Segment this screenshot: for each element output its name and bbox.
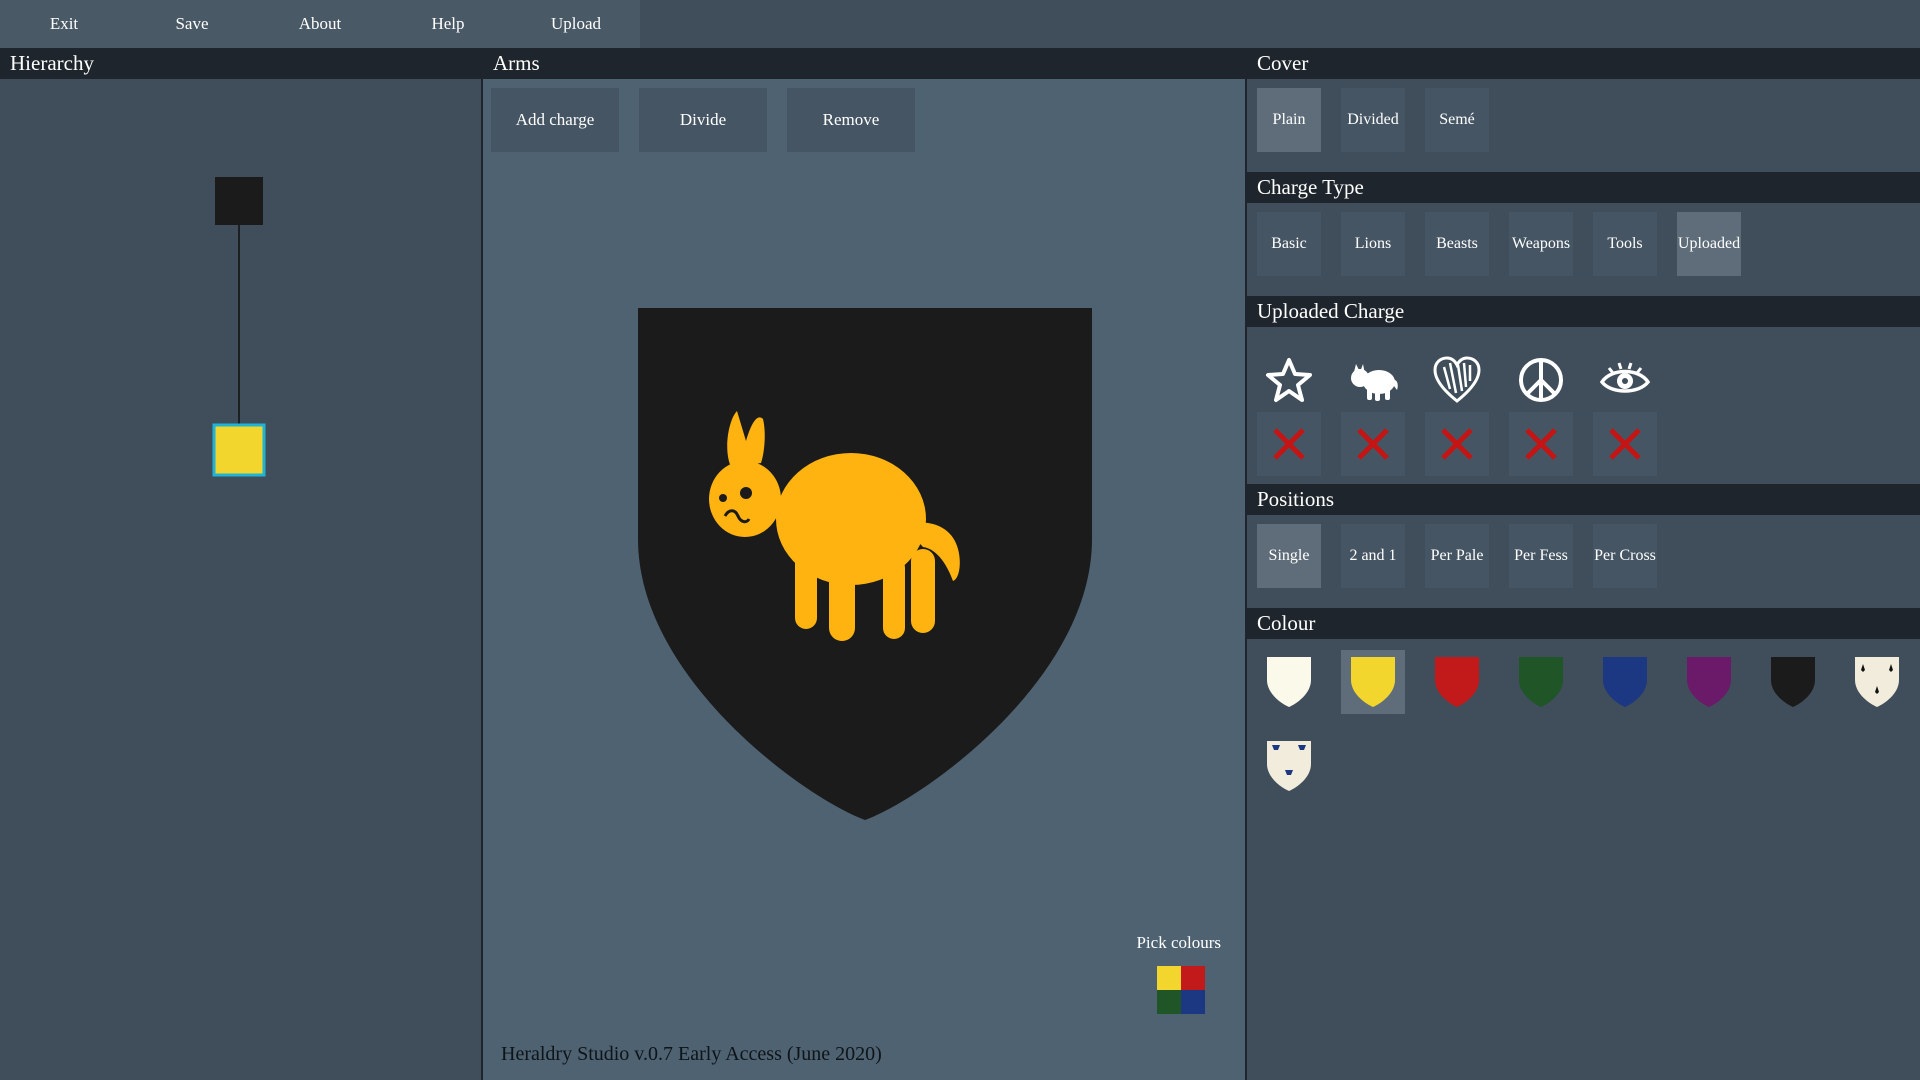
cover-title: Cover bbox=[1247, 48, 1920, 79]
close-icon bbox=[1441, 428, 1473, 460]
peace-icon[interactable] bbox=[1509, 352, 1573, 408]
swatch-azure[interactable] bbox=[1593, 650, 1657, 714]
dog-icon[interactable] bbox=[1341, 352, 1405, 408]
close-icon bbox=[1525, 428, 1557, 460]
cover-plain-button[interactable]: Plain bbox=[1257, 88, 1321, 152]
menu-save[interactable]: Save bbox=[128, 0, 256, 48]
delete-star-button[interactable] bbox=[1257, 412, 1321, 476]
swatch-gules[interactable] bbox=[1425, 650, 1489, 714]
charge-type-tools-button[interactable]: Tools bbox=[1593, 212, 1657, 276]
menu-help[interactable]: Help bbox=[384, 0, 512, 48]
pick-colour-red bbox=[1181, 966, 1205, 990]
charge-type-lions-button[interactable]: Lions bbox=[1341, 212, 1405, 276]
hierarchy-node-charge[interactable] bbox=[212, 423, 266, 477]
position-2-and-1-button[interactable]: 2 and 1 bbox=[1341, 524, 1405, 588]
hierarchy-tree bbox=[212, 177, 266, 477]
swatch-ermine[interactable] bbox=[1845, 650, 1909, 714]
arms-panel: Arms Add charge Divide Remove Pick colou… bbox=[481, 48, 1247, 1080]
uploaded-charge-section: Uploaded Charge bbox=[1247, 296, 1920, 484]
charge-type-title: Charge Type bbox=[1247, 172, 1920, 203]
pick-colour-blue bbox=[1181, 990, 1205, 1014]
uploaded-charge-icons bbox=[1257, 352, 1657, 408]
cover-section: Cover Plain Divided Semé bbox=[1247, 48, 1920, 172]
hierarchy-title: Hierarchy bbox=[0, 48, 481, 79]
charge-type-uploaded-button[interactable]: Uploaded bbox=[1677, 212, 1741, 276]
star-icon[interactable] bbox=[1257, 352, 1321, 408]
swatch-purpure[interactable] bbox=[1677, 650, 1741, 714]
swatch-argent[interactable] bbox=[1257, 650, 1321, 714]
uploaded-charge-delete-row bbox=[1257, 412, 1657, 476]
menu-about[interactable]: About bbox=[256, 0, 384, 48]
charge-type-options: Basic Lions Beasts Weapons Tools Uploade… bbox=[1257, 212, 1741, 276]
charge-type-beasts-button[interactable]: Beasts bbox=[1425, 212, 1489, 276]
heart-icon[interactable] bbox=[1425, 352, 1489, 408]
menu-bar: Exit Save About Help Upload bbox=[0, 0, 1920, 48]
position-per-fess-button[interactable]: Per Fess bbox=[1509, 524, 1573, 588]
positions-title: Positions bbox=[1247, 484, 1920, 515]
pick-colours-label: Pick colours bbox=[1136, 933, 1221, 952]
position-per-pale-button[interactable]: Per Pale bbox=[1425, 524, 1489, 588]
cover-seme-button[interactable]: Semé bbox=[1425, 88, 1489, 152]
menu-group: Exit Save About Help Upload bbox=[0, 0, 640, 48]
close-icon bbox=[1609, 428, 1641, 460]
pick-colours-button[interactable] bbox=[1157, 966, 1205, 1014]
arms-title: Arms bbox=[483, 48, 1245, 79]
delete-eye-button[interactable] bbox=[1593, 412, 1657, 476]
arms-canvas[interactable] bbox=[483, 79, 1245, 1080]
position-single-button[interactable]: Single bbox=[1257, 524, 1321, 588]
delete-dog-button[interactable] bbox=[1341, 412, 1405, 476]
close-icon bbox=[1273, 428, 1305, 460]
positions-section: Positions Single 2 and 1 Per Pale Per Fe… bbox=[1247, 484, 1920, 608]
charge-type-basic-button[interactable]: Basic bbox=[1257, 212, 1321, 276]
colour-swatches bbox=[1257, 650, 1917, 798]
cover-options: Plain Divided Semé bbox=[1257, 88, 1489, 152]
pick-colour-green bbox=[1157, 990, 1181, 1014]
close-icon bbox=[1357, 428, 1389, 460]
swatch-vert[interactable] bbox=[1509, 650, 1573, 714]
swatch-sable[interactable] bbox=[1761, 650, 1825, 714]
positions-options: Single 2 and 1 Per Pale Per Fess Per Cro… bbox=[1257, 524, 1657, 588]
controls-panel: Cover Plain Divided Semé Charge Type Bas… bbox=[1247, 48, 1920, 1080]
uploaded-charge-title: Uploaded Charge bbox=[1247, 296, 1920, 327]
delete-heart-button[interactable] bbox=[1425, 412, 1489, 476]
charge-type-section: Charge Type Basic Lions Beasts Weapons T… bbox=[1247, 172, 1920, 296]
eye-icon[interactable] bbox=[1593, 352, 1657, 408]
charge-type-weapons-button[interactable]: Weapons bbox=[1509, 212, 1573, 276]
cover-divided-button[interactable]: Divided bbox=[1341, 88, 1405, 152]
hierarchy-panel: Hierarchy bbox=[0, 48, 481, 1080]
position-per-cross-button[interactable]: Per Cross bbox=[1593, 524, 1657, 588]
menu-upload[interactable]: Upload bbox=[512, 0, 640, 48]
colour-title: Colour bbox=[1247, 608, 1920, 639]
delete-peace-button[interactable] bbox=[1509, 412, 1573, 476]
pick-colour-yellow bbox=[1157, 966, 1181, 990]
version-footer: Heraldry Studio v.0.7 Early Access (June… bbox=[501, 1043, 882, 1065]
colour-section: Colour bbox=[1247, 608, 1920, 848]
swatch-vair[interactable] bbox=[1257, 734, 1321, 798]
menu-exit[interactable]: Exit bbox=[0, 0, 128, 48]
hierarchy-node-field[interactable] bbox=[215, 177, 263, 225]
swatch-or[interactable] bbox=[1341, 650, 1405, 714]
